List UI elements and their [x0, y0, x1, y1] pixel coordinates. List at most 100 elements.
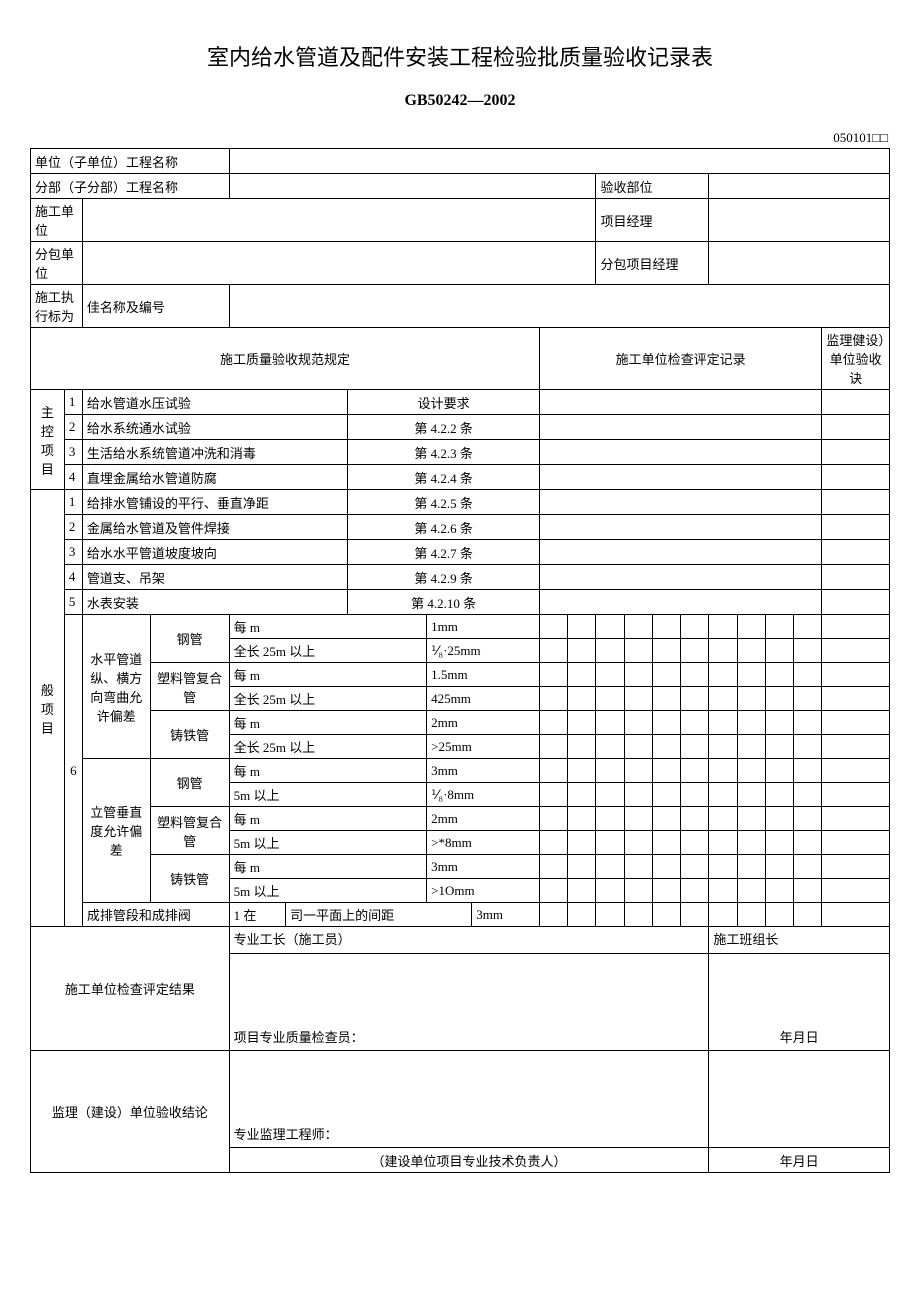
g6-pv: 1mm — [427, 615, 540, 639]
g-acc[interactable] — [822, 565, 890, 590]
g-acc[interactable] — [822, 490, 890, 515]
doc-title: 室内给水管道及配件安装工程检验批质量验收记录表 — [30, 40, 890, 72]
main-table: 单位（子单位）工程名称 分部（子分部）工程名称 验收部位 施工单位 项目经理 分… — [30, 148, 890, 1173]
sub-project-value[interactable] — [229, 174, 596, 199]
mc-row-1: 主控项目 1 给水管道水压试验 设计要求 — [31, 390, 890, 415]
g-item: 金属给水管道及管件焊接 — [82, 515, 347, 540]
g-rec[interactable] — [540, 540, 822, 565]
g6-pv: 2mm — [427, 711, 540, 735]
g6-vert-label: 立管垂直度允许偏差 — [82, 759, 150, 903]
mc-row-3: 3 生活给水系统管道冲洗和消毒 第 4.2.3 条 — [31, 440, 890, 465]
inspector-label: 项目专业质量检查员： — [229, 954, 709, 1051]
constr-unit-label: 施工单位 — [31, 199, 83, 242]
unit-project-value[interactable] — [229, 149, 889, 174]
pm-label: 项目经理 — [596, 199, 709, 242]
g6-pv: 3mm — [427, 759, 540, 783]
g6-pv: 2mm — [427, 807, 540, 831]
g-acc[interactable] — [822, 515, 890, 540]
mc-row-4: 4 直埋金属给水管道防腐 第 4.2.4 条 — [31, 465, 890, 490]
g6-all: 全长 25m 以上 — [229, 639, 427, 663]
g6-per: 每 m — [229, 759, 427, 783]
g-item: 给水水平管道坡度坡向 — [82, 540, 347, 565]
doc-subtitle: GB50242—2002 — [30, 92, 890, 110]
g-row-1: 般项目 1 给排水管铺设的平行、垂直净距 第 4.2.5 条 — [31, 490, 890, 515]
std-label: 施工执行标为 — [31, 285, 83, 328]
std-sub-label: 佳名称及编号 — [82, 285, 229, 328]
supervise-header: 监理健设）单位验收诀 — [822, 328, 890, 390]
hdr-row-4: 分包单位 分包项目经理 — [31, 242, 890, 285]
g6-mat-steel: 钢管 — [150, 759, 229, 807]
g6-all: 5m 以上 — [229, 831, 427, 855]
mc-acc[interactable] — [822, 390, 890, 415]
mc-rec[interactable] — [540, 415, 822, 440]
general-label: 般项目 — [31, 490, 65, 927]
mc-item: 给水管道水压试验 — [82, 390, 347, 415]
g-rec[interactable] — [540, 490, 822, 515]
g6-mat-cast: 铸铁管 — [150, 711, 229, 759]
mc-acc[interactable] — [822, 440, 890, 465]
hdr-row-2: 分部（子分部）工程名称 验收部位 — [31, 174, 890, 199]
g-num: 1 — [64, 490, 82, 515]
g6-all: 全长 25m 以上 — [229, 687, 427, 711]
g-acc[interactable] — [822, 540, 890, 565]
mc-rec[interactable] — [540, 465, 822, 490]
g6-pv: 3mm — [427, 855, 540, 879]
g6-av: ⅟₈·25mm — [427, 639, 540, 663]
g-rec[interactable] — [540, 515, 822, 540]
hdr-row-3: 施工单位 项目经理 — [31, 199, 890, 242]
pm-value[interactable] — [709, 199, 890, 242]
g6-av: >*8mm — [427, 831, 540, 855]
g6-all: 5m 以上 — [229, 783, 427, 807]
g6-mat-steel: 钢管 — [150, 615, 229, 663]
g6-last-d: 3mm — [472, 903, 540, 927]
mc-ref: 第 4.2.2 条 — [348, 415, 540, 440]
mc-acc[interactable] — [822, 465, 890, 490]
g-rec[interactable] — [540, 590, 822, 615]
g-row-3: 3 给水水平管道坡度坡向 第 4.2.7 条 — [31, 540, 890, 565]
spec-header: 施工质量验收规范规定 — [31, 328, 540, 390]
g6-horiz-label: 水平管道纵、横方向弯曲允许偏差 — [82, 615, 150, 759]
mc-acc[interactable] — [822, 415, 890, 440]
g-row-4: 4 管道支、吊架 第 4.2.9 条 — [31, 565, 890, 590]
g-ref: 第 4.2.10 条 — [348, 590, 540, 615]
g6-last-a: 成排管段和成排阀 — [82, 903, 229, 927]
g6-per: 每 m — [229, 663, 427, 687]
accept-part-value[interactable] — [709, 174, 890, 199]
g6-last-row: 成排管段和成排阀 1 在 司一平面上的间距 3mm — [31, 903, 890, 927]
g-num: 5 — [64, 590, 82, 615]
g6-h-plastic-per: 塑料管复合管 每 m 1.5mm — [31, 663, 890, 687]
mc-item: 直埋金属给水管道防腐 — [82, 465, 347, 490]
mc-ref: 设计要求 — [348, 390, 540, 415]
g6-h-steel-per: 6 水平管道纵、横方向弯曲允许偏差 钢管 每 m 1mm — [31, 615, 890, 639]
g6-v-cast-per: 铸铁管 每 m 3mm — [31, 855, 890, 879]
mc-rec[interactable] — [540, 390, 822, 415]
hdr-row-5: 施工执行标为 佳名称及编号 — [31, 285, 890, 328]
g6-last-b: 1 在 — [229, 903, 285, 927]
g6-mat-cast: 铸铁管 — [150, 855, 229, 903]
g-row-2: 2 金属给水管道及管件焊接 第 4.2.6 条 — [31, 515, 890, 540]
mc-rec[interactable] — [540, 440, 822, 465]
blank[interactable] — [709, 1051, 890, 1148]
date2: 年月日 — [709, 1148, 890, 1173]
supervise-result-label: 监理（建设）单位验收结论 — [31, 1051, 230, 1173]
mc-num: 1 — [64, 390, 82, 415]
owner-label: （建设单位项目专业技术负责人） — [229, 1148, 709, 1173]
g-ref: 第 4.2.6 条 — [348, 515, 540, 540]
g6-mat-plastic: 塑料管复合管 — [150, 807, 229, 855]
mc-num: 3 — [64, 440, 82, 465]
g-rec[interactable] — [540, 565, 822, 590]
constr-unit-value[interactable] — [82, 199, 596, 242]
mc-item: 给水系统通水试验 — [82, 415, 347, 440]
sub-pm-value[interactable] — [709, 242, 890, 285]
g6-pv: 1.5mm — [427, 663, 540, 687]
g6-av: >25mm — [427, 735, 540, 759]
subcon-value[interactable] — [82, 242, 596, 285]
g-ref: 第 4.2.9 条 — [348, 565, 540, 590]
unit-result-label: 施工单位检查评定结果 — [31, 927, 230, 1051]
accept-part-label: 验收部位 — [596, 174, 709, 199]
g-num: 2 — [64, 515, 82, 540]
std-value[interactable] — [229, 285, 889, 328]
g-acc[interactable] — [822, 590, 890, 615]
g-item: 给排水管铺设的平行、垂直净距 — [82, 490, 347, 515]
mc-num: 2 — [64, 415, 82, 440]
